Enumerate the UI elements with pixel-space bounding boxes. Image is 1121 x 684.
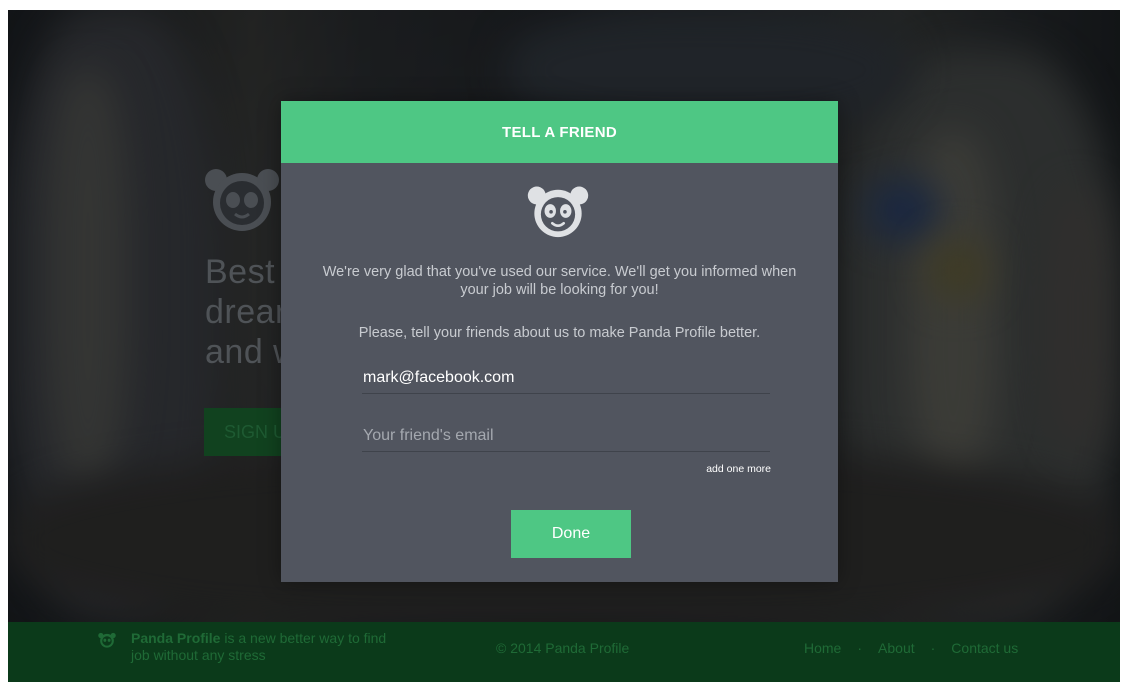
- friend-email-field[interactable]: [362, 418, 770, 452]
- add-one-more-link[interactable]: add one more: [701, 463, 771, 475]
- footer-panda-icon: [98, 632, 116, 648]
- footer-brand: Panda Profile: [131, 630, 221, 646]
- modal-header: TELL A FRIEND: [281, 101, 838, 163]
- tell-a-friend-modal: TELL A FRIEND We're very glad that you'v…: [281, 101, 838, 582]
- hero-headline-line2: drear: [205, 293, 287, 331]
- done-button[interactable]: Done: [511, 510, 631, 558]
- footer-link-contact: Contact us: [951, 640, 1019, 656]
- modal-prompt: Please, tell your friends about us to ma…: [358, 325, 761, 341]
- panda-icon: [527, 186, 589, 238]
- footer: Panda Profile is a new better way to fin…: [8, 622, 1120, 682]
- footer-tagline: Panda Profile is a new better way to fin…: [131, 630, 391, 664]
- modal-title: TELL A FRIEND: [501, 123, 617, 141]
- footer-link-about: About: [878, 640, 915, 656]
- footer-separator: ·: [930, 640, 936, 656]
- hero-panda-icon: [205, 169, 279, 231]
- footer-nav: Home · About · Contact us: [798, 640, 1024, 656]
- footer-copyright: © 2014 Panda Profile: [496, 640, 630, 656]
- hero-headline-line1: Best: [205, 253, 276, 291]
- modal-message: We're very glad that you've used our ser…: [322, 264, 797, 298]
- footer-separator: ·: [857, 640, 863, 656]
- email-field[interactable]: [362, 360, 770, 394]
- footer-link-home: Home: [804, 640, 842, 656]
